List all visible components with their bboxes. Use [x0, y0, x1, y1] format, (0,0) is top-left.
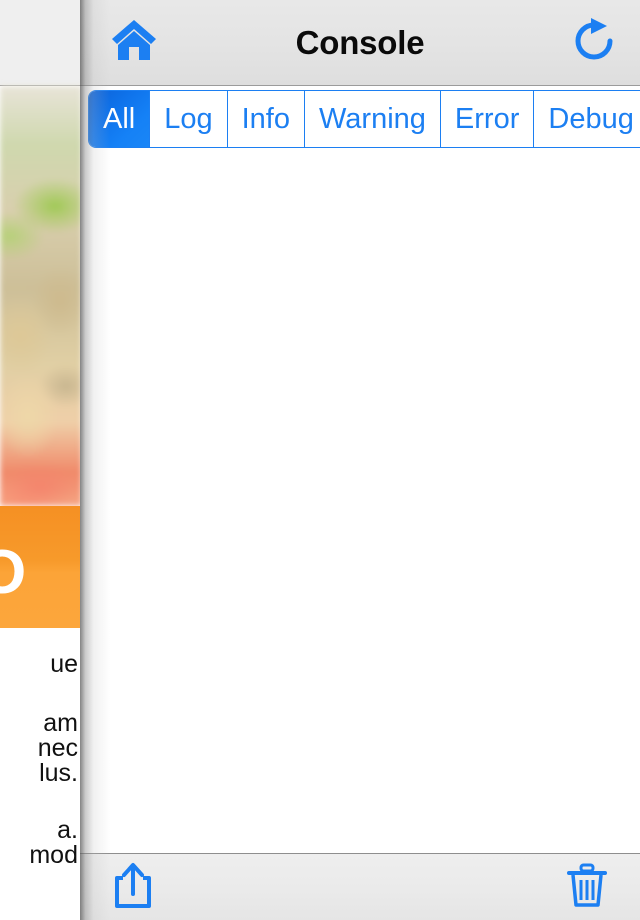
text-fragment: am: [43, 709, 78, 737]
tab-debug[interactable]: Debug: [534, 91, 640, 147]
tab-all[interactable]: All: [89, 91, 151, 147]
text-fragment: mod: [29, 841, 78, 869]
clear-console-button[interactable]: [560, 860, 614, 914]
console-panel: Console All Log Info Warning Error Debug: [80, 0, 640, 920]
background-app-header: [0, 0, 82, 86]
background-food-photo: [0, 86, 82, 506]
text-fragment: a.: [57, 816, 78, 844]
share-icon: [113, 861, 153, 914]
page-title: Console: [295, 23, 425, 61]
tab-warning[interactable]: Warning: [305, 91, 441, 147]
tab-error[interactable]: Error: [440, 91, 535, 147]
text-fragment: nec: [37, 734, 78, 762]
log-level-filter-tabs[interactable]: All Log Info Warning Error Debug: [88, 90, 640, 148]
refresh-button[interactable]: [566, 14, 622, 70]
background-text-block: ue am nec lus. a. mod: [0, 628, 82, 920]
text-fragment: lus.: [39, 759, 78, 787]
banner-letter-fragment: O: [0, 538, 27, 607]
background-app: O ue am nec lus. a. mod: [0, 0, 82, 920]
refresh-icon: [571, 16, 617, 69]
tab-log[interactable]: Log: [150, 91, 228, 147]
console-navbar: Console: [80, 0, 640, 86]
text-fragment: [0, 677, 82, 711]
tab-info[interactable]: Info: [227, 91, 305, 147]
text-fragment: ue: [50, 650, 78, 678]
trash-icon: [566, 862, 608, 913]
console-bottom-toolbar: [80, 853, 640, 920]
text-fragment: [0, 786, 82, 818]
console-log-list[interactable]: [80, 148, 640, 853]
share-button[interactable]: [106, 860, 160, 914]
background-orange-banner: O: [0, 506, 82, 628]
